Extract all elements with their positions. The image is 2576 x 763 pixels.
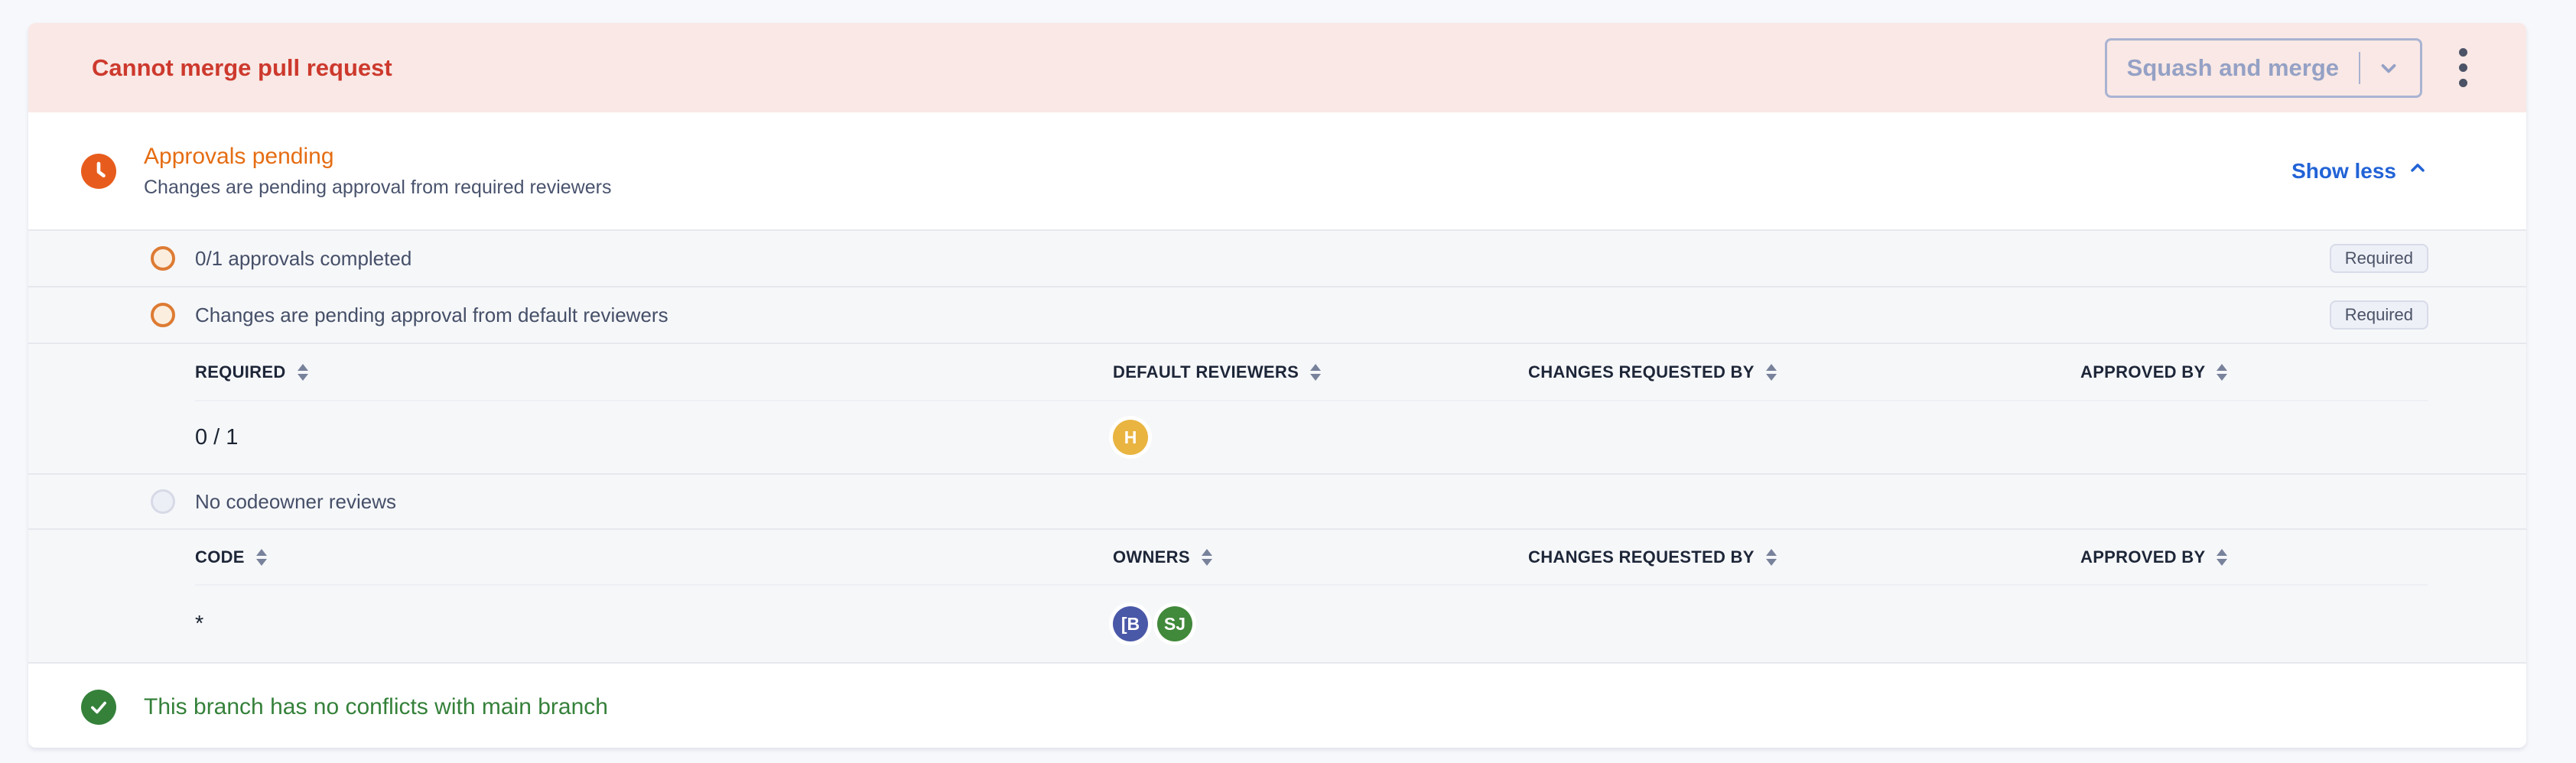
required-badge: Required (2330, 300, 2428, 330)
owners-cell: [B SJ (1113, 606, 1528, 641)
sort-icon (2217, 549, 2227, 566)
chevron-up-icon (2407, 157, 2428, 184)
column-header-approved-by[interactable]: APPROVED BY (2080, 547, 2428, 567)
merge-button-label: Squash and merge (2127, 54, 2339, 82)
code-pattern-value: * (195, 612, 1113, 637)
default-reviewers-table: REQUIRED DEFAULT REVIEWERS CHANGES REQUE… (28, 343, 2526, 473)
neutral-circle-icon (151, 489, 175, 514)
sort-icon (1310, 364, 1321, 381)
approvals-pending-section: Approvals pending Changes are pending ap… (28, 112, 2526, 229)
required-badge: Required (2330, 244, 2428, 273)
no-conflicts-section: This branch has no conflicts with main b… (28, 662, 2526, 748)
avatar[interactable]: [B (1113, 606, 1148, 641)
column-header-owners[interactable]: OWNERS (1113, 547, 1528, 567)
table-header-row: REQUIRED DEFAULT REVIEWERS CHANGES REQUE… (195, 344, 2428, 400)
sort-icon (298, 364, 308, 381)
sort-icon (1766, 364, 1777, 381)
approvals-pending-subtitle: Changes are pending approval from requir… (144, 177, 611, 199)
check-row-codeowner: No codeowner reviews (28, 473, 2526, 528)
avatar[interactable]: SJ (1157, 606, 1192, 641)
button-separator (2359, 52, 2360, 84)
pending-circle-icon (151, 303, 175, 327)
column-header-changes-requested-by[interactable]: CHANGES REQUESTED BY (1528, 362, 2080, 382)
more-options-button[interactable] (2444, 38, 2482, 98)
column-header-default-reviewers[interactable]: DEFAULT REVIEWERS (1113, 362, 1528, 382)
check-circle-icon (81, 690, 116, 725)
show-less-link[interactable]: Show less (2291, 157, 2428, 184)
check-label: 0/1 approvals completed (195, 247, 411, 271)
table-row: 0 / 1 H (195, 401, 2428, 473)
squash-and-merge-button[interactable]: Squash and merge (2105, 38, 2422, 98)
banner-title: Cannot merge pull request (92, 54, 392, 82)
avatar[interactable]: H (1113, 420, 1148, 455)
check-row-default-reviewers: Changes are pending approval from defaul… (28, 286, 2526, 343)
check-label: No codeowner reviews (195, 490, 396, 514)
merge-checks-panel: Cannot merge pull request Squash and mer… (28, 23, 2526, 748)
chevron-down-icon[interactable] (2377, 57, 2400, 80)
show-less-label: Show less (2291, 159, 2396, 183)
table-row: * [B SJ (195, 586, 2428, 662)
pending-circle-icon (151, 246, 175, 271)
check-label: Changes are pending approval from defaul… (195, 304, 668, 327)
column-header-code[interactable]: CODE (195, 547, 1113, 567)
table-header-row: CODE OWNERS CHANGES REQUESTED BY APPROVE… (195, 530, 2428, 584)
banner-actions: Squash and merge (2105, 38, 2482, 98)
sort-icon (2217, 364, 2227, 381)
clock-icon (81, 154, 116, 189)
sort-icon (256, 549, 267, 566)
cannot-merge-banner: Cannot merge pull request Squash and mer… (28, 23, 2526, 112)
sort-icon (1202, 549, 1212, 566)
approvals-pending-text: Approvals pending Changes are pending ap… (144, 144, 611, 199)
check-row-approvals-count: 0/1 approvals completed Required (28, 229, 2526, 286)
required-count-value: 0 / 1 (195, 425, 1113, 450)
no-conflicts-label: This branch has no conflicts with main b… (144, 694, 608, 720)
codeowners-table: CODE OWNERS CHANGES REQUESTED BY APPROVE… (28, 528, 2526, 662)
approvals-pending-title: Approvals pending (144, 144, 611, 170)
column-header-required[interactable]: REQUIRED (195, 362, 1113, 382)
column-header-approved-by[interactable]: APPROVED BY (2080, 362, 2428, 382)
sort-icon (1766, 549, 1777, 566)
column-header-changes-requested-by[interactable]: CHANGES REQUESTED BY (1528, 547, 2080, 567)
default-reviewers-cell: H (1113, 420, 1528, 455)
